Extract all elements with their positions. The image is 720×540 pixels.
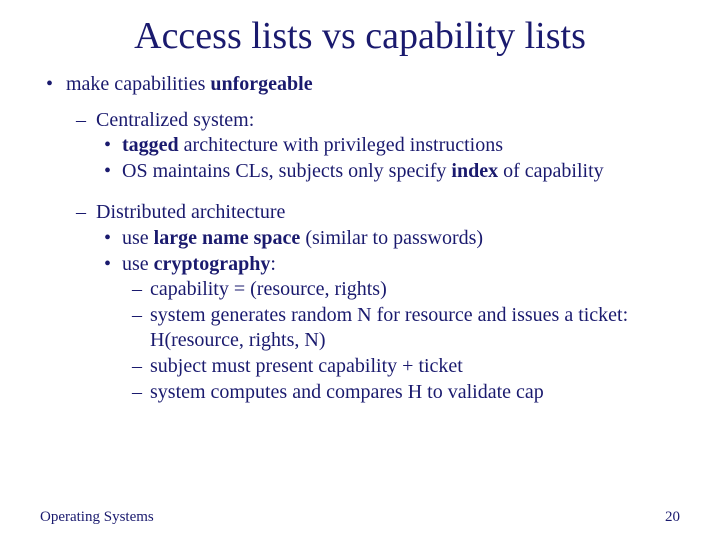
text-bold: cryptography: [154, 253, 271, 275]
sub-item: • use large name space (similar to passw…: [104, 226, 680, 252]
dash-icon: –: [76, 200, 96, 226]
text: capability = (resource, rights): [150, 277, 680, 303]
dash-icon: –: [132, 354, 150, 380]
text: system generates random N for resource a…: [150, 303, 680, 354]
detail-item: – system generates random N for resource…: [132, 303, 680, 354]
sub-centralized: – Centralized system:: [76, 108, 680, 134]
footer-left: Operating Systems: [40, 509, 154, 526]
text: Centralized system:: [96, 108, 680, 134]
detail-item: – capability = (resource, rights): [132, 277, 680, 303]
bullet-main: • make capabilities unforgeable: [46, 72, 680, 98]
text-bold: index: [451, 160, 498, 182]
text: :: [270, 253, 276, 275]
text: architecture with privileged instruction…: [179, 134, 503, 156]
bullet-dot-icon: •: [104, 252, 122, 278]
text: OS maintains CLs, subjects only specify: [122, 160, 451, 182]
text: subject must present capability + ticket: [150, 354, 680, 380]
dash-icon: –: [132, 277, 150, 303]
text: Distributed architecture: [96, 200, 680, 226]
sub-item: • tagged architecture with privileged in…: [104, 133, 680, 159]
text: use: [122, 227, 154, 249]
text-bold: unforgeable: [210, 73, 312, 95]
text: use: [122, 253, 154, 275]
sub-item: • OS maintains CLs, subjects only specif…: [104, 159, 680, 185]
page-number: 20: [665, 509, 680, 526]
detail-item: – system computes and compares H to vali…: [132, 380, 680, 406]
text: (similar to passwords): [300, 227, 483, 249]
text: make capabilities: [66, 73, 210, 95]
sub-distributed: – Distributed architecture: [76, 200, 680, 226]
bullet-dot-icon: •: [104, 159, 122, 185]
text-bold: tagged: [122, 134, 179, 156]
slide-content: • make capabilities unforgeable – Centra…: [40, 72, 680, 405]
text: of capability: [498, 160, 604, 182]
text-bold: large name space: [154, 227, 301, 249]
bullet-dot-icon: •: [46, 72, 66, 98]
dash-icon: –: [132, 303, 150, 354]
sub-item: • use cryptography:: [104, 252, 680, 278]
dash-icon: –: [132, 380, 150, 406]
dash-icon: –: [76, 108, 96, 134]
bullet-dot-icon: •: [104, 133, 122, 159]
bullet-dot-icon: •: [104, 226, 122, 252]
text: system computes and compares H to valida…: [150, 380, 680, 406]
detail-item: – subject must present capability + tick…: [132, 354, 680, 380]
slide-title: Access lists vs capability lists: [40, 14, 680, 58]
